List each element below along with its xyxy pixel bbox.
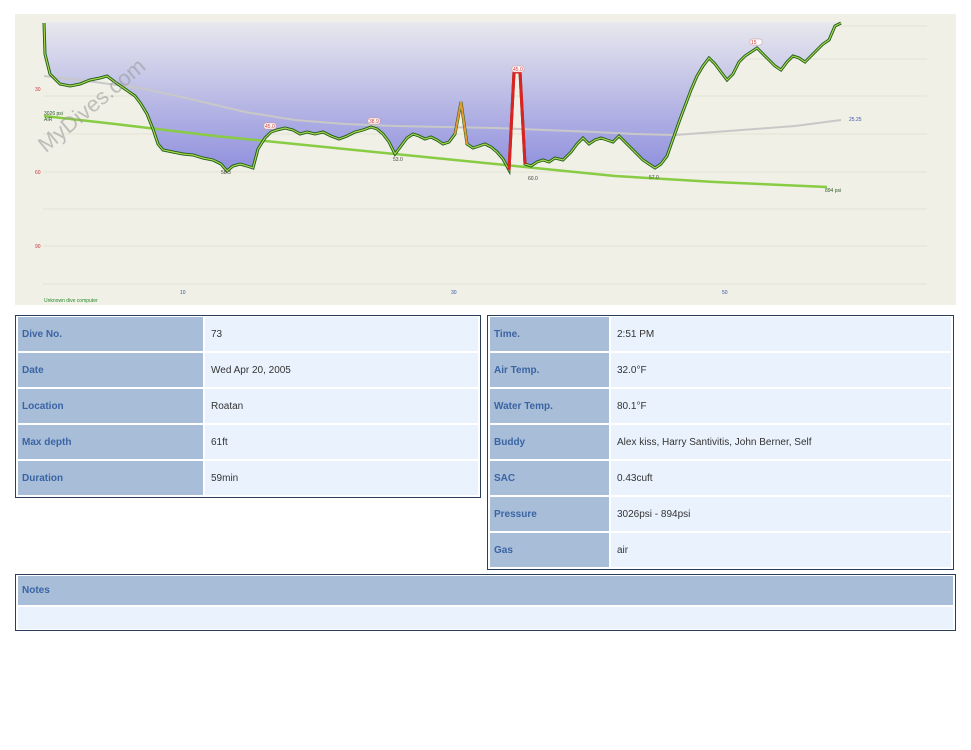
time-tick-label: 10 — [180, 290, 186, 296]
location-value: Roatan — [205, 389, 478, 423]
table-row: Gas air — [490, 533, 951, 567]
buddy-value: Alex kiss, Harry Santivitis, John Berner… — [611, 425, 951, 459]
water-temp-label: Water Temp. — [490, 389, 609, 423]
location-label: Location — [18, 389, 203, 423]
depth-marker-label: 58.3 — [221, 170, 231, 176]
gas-value: air — [611, 533, 951, 567]
time-value: 2:51 PM — [611, 317, 951, 351]
table-row: Buddy Alex kiss, Harry Santivitis, John … — [490, 425, 951, 459]
table-row: Duration 59min — [18, 461, 478, 495]
time-label: Time. — [490, 317, 609, 351]
table-row: SAC 0.43cuft — [490, 461, 951, 495]
event-marker-label: 45.0 — [513, 67, 523, 73]
dive-number-label: Dive No. — [18, 317, 203, 351]
table-row: Date Wed Apr 20, 2005 — [18, 353, 478, 387]
sac-value: 0.43cuft — [611, 461, 951, 495]
dive-profile-chart: 30 60 90 10 30 50 Unknown dive computer 3026 ps… — [15, 14, 956, 305]
air-temp-value: 32.0°F — [611, 353, 951, 387]
dive-computer-label: Unknown dive computer — [44, 298, 98, 304]
max-depth-value: 61ft — [205, 425, 478, 459]
pressure-value: 3026psi - 894psi — [611, 497, 951, 531]
duration-label: Duration — [18, 461, 203, 495]
table-row: Water Temp. 80.1°F — [490, 389, 951, 423]
event-marker-label: 15 — [751, 40, 757, 46]
buddy-label: Buddy — [490, 425, 609, 459]
dive-info-table: Dive No. 73 Date Wed Apr 20, 2005 Locati… — [15, 315, 481, 498]
gas-end-pressure-label: 894 psi — [825, 188, 841, 194]
date-value: Wed Apr 20, 2005 — [205, 353, 478, 387]
depth-tick-label: 60 — [35, 170, 41, 176]
table-row: Dive No. 73 — [18, 317, 478, 351]
table-row: Pressure 3026psi - 894psi — [490, 497, 951, 531]
max-depth-label: Max depth — [18, 425, 203, 459]
depth-marker-label: 57.0 — [649, 175, 659, 181]
table-row: Max depth 61ft — [18, 425, 478, 459]
table-row: Location Roatan — [18, 389, 478, 423]
table-row: Time. 2:51 PM — [490, 317, 951, 351]
pressure-label: Pressure — [490, 497, 609, 531]
notes-value — [18, 607, 953, 629]
depth-marker-label: 53.0 — [393, 157, 403, 163]
notes-table: Notes — [15, 574, 956, 631]
date-label: Date — [18, 353, 203, 387]
event-marker-label: 38.9 — [369, 119, 379, 125]
depth-tick-label: 30 — [35, 87, 41, 93]
event-marker-label: 45.0 — [265, 124, 275, 130]
table-row: Air Temp. 32.0°F — [490, 353, 951, 387]
time-tick-label: 50 — [722, 290, 728, 296]
notes-label: Notes — [18, 576, 953, 605]
depth-tick-label: 90 — [35, 244, 41, 250]
dive-number-value: 73 — [205, 317, 478, 351]
depth-marker-label: 60.0 — [528, 176, 538, 182]
sac-label: SAC — [490, 461, 609, 495]
temperature-end-label: 25.25 — [849, 117, 862, 123]
duration-value: 59min — [205, 461, 478, 495]
gas-label: Gas — [490, 533, 609, 567]
time-tick-label: 30 — [451, 290, 457, 296]
dive-conditions-table: Time. 2:51 PM Air Temp. 32.0°F Water Tem… — [487, 315, 954, 570]
water-temp-value: 80.1°F — [611, 389, 951, 423]
air-temp-label: Air Temp. — [490, 353, 609, 387]
